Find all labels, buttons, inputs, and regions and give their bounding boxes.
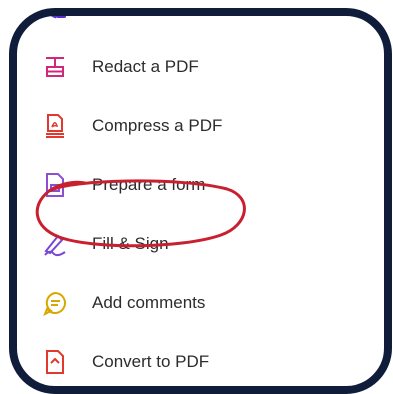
form-icon (42, 172, 68, 198)
shield-lock-icon (42, 16, 68, 21)
menu-item-label: Add comments (92, 292, 206, 312)
pen-sign-icon (42, 231, 68, 257)
menu-item-redact-pdf[interactable]: Redact a PDF (17, 37, 384, 96)
menu-item-label: Prepare a form (92, 174, 206, 194)
redact-icon (42, 54, 68, 80)
menu-item-protect-pdf[interactable]: Protect a PDF (17, 16, 384, 37)
menu-item-label: Fill & Sign (92, 233, 169, 253)
menu-item-prepare-form[interactable]: Prepare a form (17, 155, 384, 214)
menu-item-fill-sign[interactable]: Fill & Sign (17, 214, 384, 273)
screenshot-frame: Protect a PDF Redact a PDF (9, 8, 392, 394)
menu-item-label: Protect a PDF (92, 16, 199, 18)
convert-pdf-icon (42, 349, 68, 375)
menu-item-label: Convert to PDF (92, 351, 210, 371)
tools-menu: Protect a PDF Redact a PDF (17, 16, 384, 386)
menu-item-label: Redact a PDF (92, 56, 199, 76)
menu-item-compress-pdf[interactable]: Compress a PDF (17, 96, 384, 155)
compress-pdf-icon (42, 113, 68, 139)
menu-item-convert-pdf[interactable]: Convert to PDF (17, 332, 384, 386)
menu-item-label: Compress a PDF (92, 115, 223, 135)
comment-icon (42, 290, 68, 316)
menu-item-add-comments[interactable]: Add comments (17, 273, 384, 332)
